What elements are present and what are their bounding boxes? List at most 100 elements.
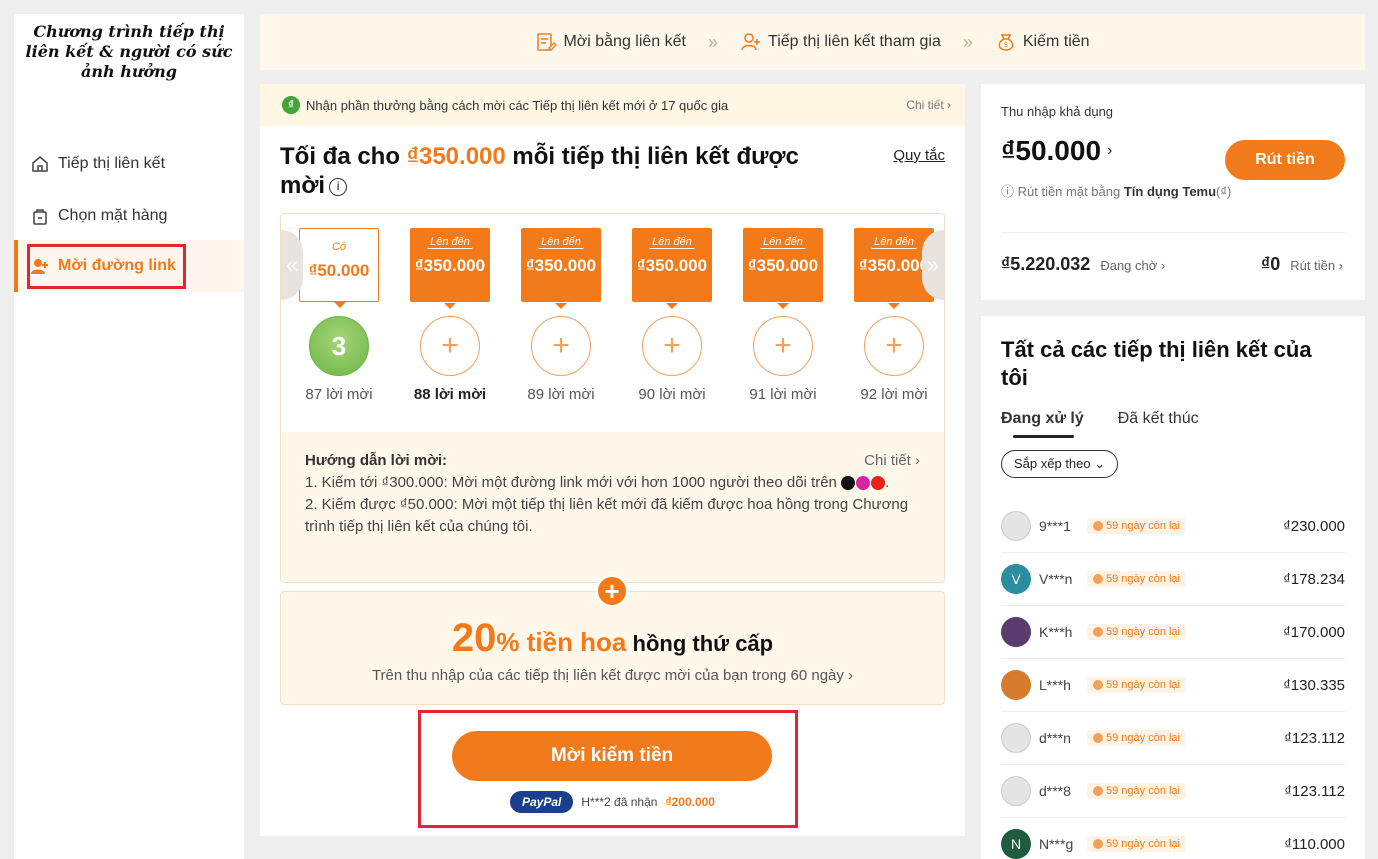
tier-plus-button[interactable]: + <box>642 316 702 376</box>
user-add-icon <box>741 33 761 51</box>
nav-label: Chọn mặt hàng <box>58 207 168 224</box>
list-item[interactable]: N N***g 59 ngày còn lại ₫110.000 <box>1001 818 1345 859</box>
sort-dropdown[interactable]: Sắp xếp theo ⌄ <box>1001 450 1119 478</box>
paypal-notice: PayPal H***2 đã nhận ₫200.000 <box>260 791 965 813</box>
tier-tag: Có ₫50.000 <box>299 228 379 308</box>
tier-value: ₫50.000 <box>308 261 370 280</box>
tab-ended[interactable]: Đã kết thúc <box>1118 410 1199 428</box>
affiliates-tabs: Đang xử lý Đã kết thúc <box>1001 410 1345 438</box>
youtube-icon <box>871 476 886 491</box>
clock-icon <box>1093 680 1103 690</box>
tier-count: 3 <box>309 316 369 376</box>
sidebar: Chương trình tiếp thị liên kết & người c… <box>14 14 244 859</box>
clock-icon <box>1093 839 1103 849</box>
tier-label: 91 lời mời <box>749 386 817 403</box>
balance-amount: ₫50.000 <box>1001 135 1102 166</box>
main-panel: ₫ Nhận phần thưởng bằng cách mời các Tiế… <box>260 84 965 836</box>
list-item[interactable]: K***h 59 ngày còn lại ₫170.000 <box>1001 606 1345 659</box>
list-item[interactable]: 9***1 59 ngày còn lại ₫230.000 <box>1001 500 1345 553</box>
clock-icon <box>1093 733 1103 743</box>
days-left-badge: 59 ngày còn lại <box>1087 836 1186 852</box>
banner-text: Nhận phần thưởng bằng cách mời các Tiếp … <box>306 97 729 113</box>
list-item[interactable]: L***h 59 ngày còn lại ₫130.335 <box>1001 659 1345 712</box>
bag-icon <box>30 206 50 226</box>
tier-tag: Lên đến ₫350.000 <box>743 228 823 309</box>
tier-plus-button[interactable]: + <box>420 316 480 376</box>
affiliate-name: 9***1 <box>1039 518 1071 534</box>
days-left-text: 59 ngày còn lại <box>1106 520 1180 532</box>
divider <box>1001 232 1345 233</box>
guide-detail-link[interactable]: Chi tiết › <box>864 450 920 472</box>
pending-link[interactable]: ₫5.220.032 Đang chờ › <box>1001 254 1165 275</box>
nav-label: Mời đường link <box>58 257 176 274</box>
tier-plus-button[interactable]: + <box>864 316 924 376</box>
withdraw-note: ⓘ Rút tiền mặt bằng Tín dụng Temu(₫) <box>1001 181 1345 200</box>
step-label: Kiếm tiền <box>1022 33 1090 50</box>
affiliate-amount: ₫170.000 <box>1283 623 1345 641</box>
tier-label: 90 lời mời <box>638 386 706 403</box>
step-earn: $ Kiếm tiền <box>995 31 1090 53</box>
affiliate-amount: ₫178.234 <box>1283 570 1345 588</box>
tier-value: ₫350.000 <box>747 256 819 275</box>
tier-plus-button[interactable]: + <box>531 316 591 376</box>
affiliate-name: V***n <box>1039 571 1073 587</box>
nav-choose-items[interactable]: Chọn mặt hàng <box>14 190 244 242</box>
affiliates-title: Tất cả các tiếp thị liên kết của tôi <box>1001 337 1312 390</box>
commission-orange-text: tiền hoa <box>519 627 627 657</box>
nav-invite-link[interactable]: Mời đường link <box>14 240 244 292</box>
guide-title: Hướng dẫn lời mời: <box>305 452 448 469</box>
nav-affiliate[interactable]: Tiếp thị liên kết <box>14 138 244 190</box>
invite-earn-button[interactable]: Mời kiếm tiền <box>452 731 772 781</box>
affiliates-card: Tất cả các tiếp thị liên kết của tôi Đan… <box>981 316 1365 859</box>
days-left-text: 59 ngày còn lại <box>1106 785 1180 797</box>
rules-link[interactable]: Quy tắc <box>893 147 945 164</box>
tiers-strip: Có ₫50.000 3 87 lời mời Lên đến ₫350.000 +… <box>281 214 944 432</box>
days-left-badge: 59 ngày còn lại <box>1087 518 1186 534</box>
commission-headline: 20% tiền hoa hồng thứ cấp <box>281 616 944 661</box>
clock-icon <box>1093 627 1103 637</box>
tier-card: Lên đến ₫350.000 + 89 lời mời <box>521 228 601 403</box>
tier-tag: Lên đến ₫350.000 <box>632 228 712 309</box>
nav-label: Tiếp thị liên kết <box>58 155 166 172</box>
avatar <box>1001 723 1031 753</box>
tab-processing[interactable]: Đang xử lý <box>1001 410 1084 438</box>
pending-value: ₫5.220.032 <box>1001 254 1091 274</box>
commission-unit: % <box>496 627 520 657</box>
coin-icon: ₫ <box>282 96 300 114</box>
pending-label: Đang chờ › <box>1100 258 1166 273</box>
double-chevron-icon: » <box>708 31 719 52</box>
chevron-right-icon: › <box>1107 142 1113 159</box>
tier-label: 89 lời mời <box>527 386 595 403</box>
list-item[interactable]: V V***n 59 ngày còn lại ₫178.234 <box>1001 553 1345 606</box>
scroll-left-icon[interactable]: « <box>281 230 303 300</box>
paypal-amount: ₫200.000 <box>665 795 715 809</box>
days-left-text: 59 ngày còn lại <box>1106 626 1180 638</box>
withdrawn-value: ₫0 <box>1261 254 1281 274</box>
tier-tag-label: Lên đến <box>760 236 806 249</box>
tier-plus-button[interactable]: + <box>753 316 813 376</box>
affiliate-amount: ₫230.000 <box>1283 517 1345 535</box>
avatar-initial: N <box>1010 836 1022 852</box>
tier-value: ₫350.000 <box>636 256 708 275</box>
paypal-logo: PayPal <box>510 791 574 813</box>
tier-tag: Lên đến ₫350.000 <box>521 228 601 309</box>
tier-card: Lên đến ₫350.000 + 91 lời mời <box>743 228 823 403</box>
withdrawn-link[interactable]: ₫0 Rút tiền › <box>1261 254 1343 275</box>
list-item[interactable]: d***8 59 ngày còn lại ₫123.112 <box>1001 765 1345 818</box>
note-suffix: (₫) <box>1216 184 1232 199</box>
banner-detail-link[interactable]: Chi tiết › <box>906 98 951 112</box>
tier-label: 87 lời mời <box>305 386 373 403</box>
tier-card: Lên đến ₫350.000 + 90 lời mời <box>632 228 712 403</box>
withdraw-button[interactable]: Rút tiền <box>1225 140 1345 180</box>
brand-title: Chương trình tiếp thị liên kết & người c… <box>25 22 233 81</box>
avatar <box>1001 511 1031 541</box>
list-item[interactable]: d***n 59 ngày còn lại ₫123.112 <box>1001 712 1345 765</box>
avatar <box>1001 617 1031 647</box>
guide-line-1: 1. Kiếm tới ₫300.000: Mời một đường link… <box>305 474 890 491</box>
commission-subtitle-link[interactable]: Trên thu nhập của các tiếp thị liên kết … <box>281 667 944 684</box>
scroll-right-icon[interactable]: » <box>922 230 944 300</box>
clock-icon <box>1093 574 1103 584</box>
home-icon <box>30 154 50 174</box>
info-icon[interactable]: i <box>329 177 348 196</box>
balance-card: Thu nhập khả dụng ₫50.000 › Rút tiền ⓘ Rú… <box>981 84 1365 300</box>
